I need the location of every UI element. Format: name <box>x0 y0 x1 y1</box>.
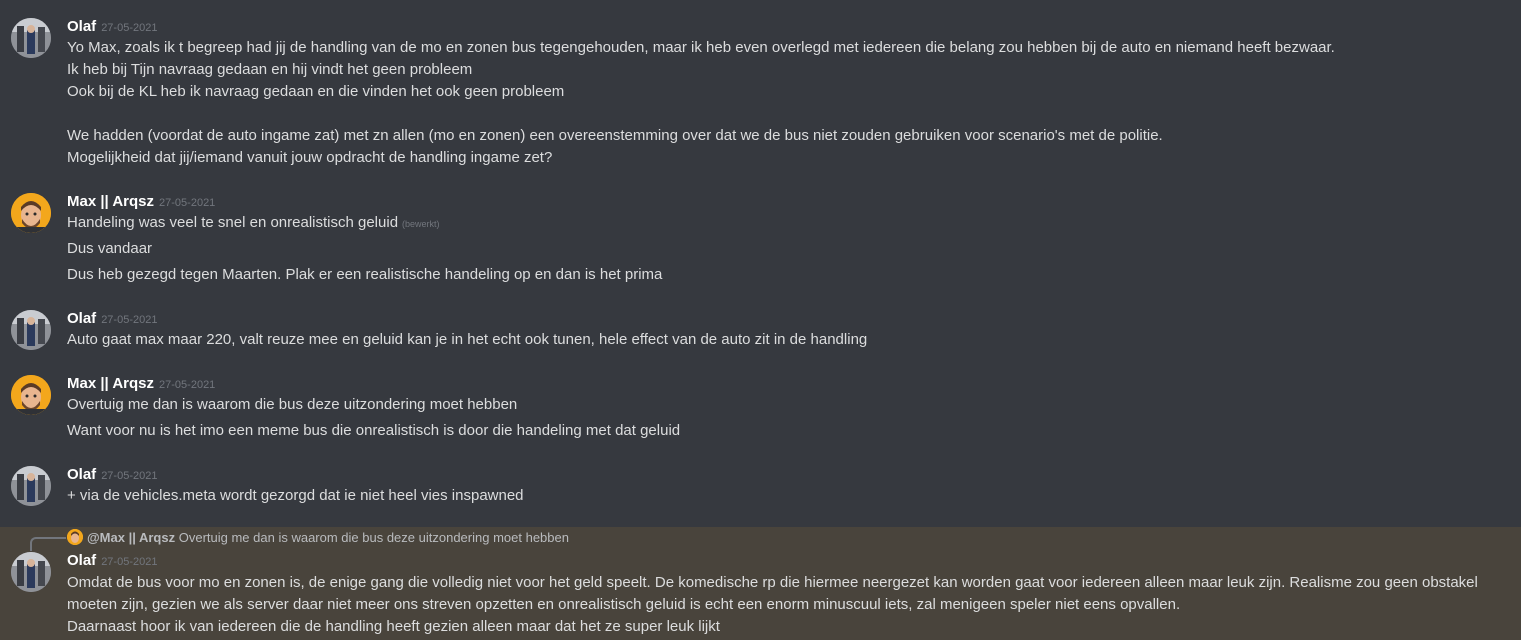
timestamp: 27-05-2021 <box>101 556 158 568</box>
message-line: Auto gaat max maar 220, valt reuze mee e… <box>67 331 868 348</box>
message-line: + via de vehicles.meta wordt gezorgd dat… <box>67 487 524 504</box>
username[interactable]: Max || Arqsz <box>67 375 154 392</box>
edited-label: (bewerkt) <box>402 219 440 229</box>
olaf-avatar[interactable] <box>11 310 51 350</box>
message-header: Max || Arqsz 27-05-2021 <box>67 375 215 395</box>
message-line: Yo Max, zoals ik t begreep had jij de ha… <box>67 39 1335 56</box>
chat-message: Olaf 27-05-2021 + via de vehicles.meta wo… <box>0 462 1521 512</box>
reply-text: Overtuig me dan is waarom die bus deze u… <box>178 530 569 545</box>
chat-message: Olaf 27-05-2021 Auto gaat max maar 220, v… <box>0 306 1521 356</box>
message-line: Want voor nu is het imo een meme bus die… <box>67 422 681 439</box>
olaf-avatar[interactable] <box>11 466 51 506</box>
message-line: Dus vandaar <box>67 240 153 257</box>
olaf-avatar[interactable] <box>11 552 51 592</box>
max-avatar[interactable] <box>11 375 51 415</box>
chat-message: Max || Arqsz 27-05-2021 Handeling was vee… <box>0 189 1521 294</box>
username[interactable]: Max || Arqsz <box>67 193 154 210</box>
max-avatar[interactable] <box>11 193 51 233</box>
timestamp: 27-05-2021 <box>159 379 216 391</box>
message-line: Handeling was veel te snel en onrealisti… <box>67 213 440 234</box>
message-header: Olaf 27-05-2021 <box>67 466 157 486</box>
chat-message: Olaf 27-05-2021 Yo Max, zoals ik t begree… <box>0 14 1521 174</box>
message-line: Ook bij de KL heb ik navraag gedaan en d… <box>67 83 565 100</box>
chat-message: Max || Arqsz 27-05-2021 Overtuig me dan i… <box>0 371 1521 451</box>
reply-connector <box>30 537 66 551</box>
timestamp: 27-05-2021 <box>101 470 158 482</box>
reply-preview[interactable]: @Max || Arqsz Overtuig me dan is waarom … <box>67 529 569 545</box>
message-header: Olaf 27-05-2021 <box>67 310 157 330</box>
timestamp: 27-05-2021 <box>101 22 158 34</box>
chat-message-list: Olaf 27-05-2021 Yo Max, zoals ik t begree… <box>0 0 1521 640</box>
reply-author[interactable]: @Max || Arqsz <box>87 530 175 545</box>
message-line: Mogelijkheid dat jij/iemand vanuit jouw … <box>67 149 553 166</box>
message-line: Daarnaast hoor ik van iedereen die de ha… <box>67 618 720 635</box>
username[interactable]: Olaf <box>67 310 96 327</box>
message-line: Omdat de bus voor mo en zonen is, de eni… <box>67 574 1478 613</box>
message-header: Max || Arqsz 27-05-2021 <box>67 193 215 213</box>
reply-avatar <box>67 529 83 545</box>
chat-message-highlighted: @Max || Arqsz Overtuig me dan is waarom … <box>0 527 1521 640</box>
olaf-avatar[interactable] <box>11 18 51 58</box>
username[interactable]: Olaf <box>67 18 96 35</box>
username[interactable]: Olaf <box>67 466 96 483</box>
message-text: Handeling was veel te snel en onrealisti… <box>67 214 399 231</box>
message-line: Overtuig me dan is waarom die bus deze u… <box>67 396 518 413</box>
message-line: Dus heb gezegd tegen Maarten. Plak er ee… <box>67 266 663 283</box>
message-header: Olaf 27-05-2021 <box>67 552 157 572</box>
timestamp: 27-05-2021 <box>101 314 158 326</box>
message-line: We hadden (voordat de auto ingame zat) m… <box>67 127 1163 144</box>
timestamp: 27-05-2021 <box>159 197 216 209</box>
username[interactable]: Olaf <box>67 552 96 569</box>
message-header: Olaf 27-05-2021 <box>67 18 157 38</box>
message-line: Ik heb bij Tijn navraag gedaan en hij vi… <box>67 61 473 78</box>
